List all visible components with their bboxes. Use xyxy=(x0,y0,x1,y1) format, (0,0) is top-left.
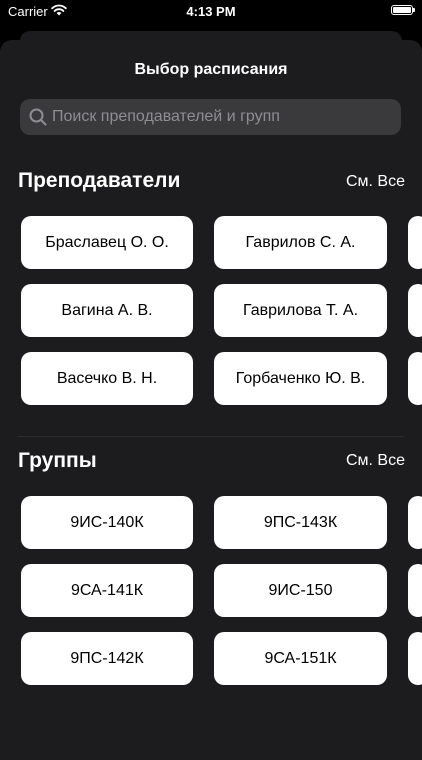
group-chip-partial[interactable] xyxy=(408,632,422,685)
group-chip[interactable]: 9ИС-140К xyxy=(21,496,193,549)
group-chip[interactable]: 9СА-151К xyxy=(214,632,387,685)
clock: 4:13 PM xyxy=(186,4,236,19)
schedule-picker-sheet: Выбор расписания Преподаватели См. Все Б… xyxy=(0,40,422,760)
teacher-chip[interactable]: Васечко В. Н. xyxy=(21,352,193,405)
teacher-chip[interactable]: Гаврилова Т. А. xyxy=(214,284,387,337)
teachers-see-all-button[interactable]: См. Все xyxy=(346,173,405,191)
groups-see-all-button[interactable]: См. Все xyxy=(346,452,405,470)
group-chip[interactable]: 9ПС-143К xyxy=(214,496,387,549)
search-input[interactable] xyxy=(52,99,392,135)
status-bar: Carrier 4:13 PM xyxy=(0,0,422,22)
group-chip[interactable]: 9ПС-142К xyxy=(21,632,193,685)
group-chip[interactable]: 9СА-141К xyxy=(21,564,193,617)
teacher-chip-partial[interactable] xyxy=(408,216,422,269)
teachers-section-title: Преподаватели xyxy=(18,169,181,192)
group-chip-partial[interactable] xyxy=(408,496,422,549)
section-divider xyxy=(18,436,404,437)
teacher-chip[interactable]: Гаврилов С. А. xyxy=(214,216,387,269)
teacher-chip-partial[interactable] xyxy=(408,284,422,337)
battery-icon xyxy=(391,5,415,15)
group-chip[interactable]: 9ИС-150 xyxy=(214,564,387,617)
teacher-chip[interactable]: Вагина А. В. xyxy=(21,284,193,337)
groups-section-title: Группы xyxy=(18,449,97,472)
teacher-chip[interactable]: Браславец О. О. xyxy=(21,216,193,269)
teacher-chip[interactable]: Горбаченко Ю. В. xyxy=(214,352,387,405)
sheet-title: Выбор расписания xyxy=(134,61,288,78)
group-chip-partial[interactable] xyxy=(408,564,422,617)
search-field[interactable] xyxy=(20,99,401,135)
teacher-chip-partial[interactable] xyxy=(408,352,422,405)
search-icon xyxy=(29,108,47,126)
